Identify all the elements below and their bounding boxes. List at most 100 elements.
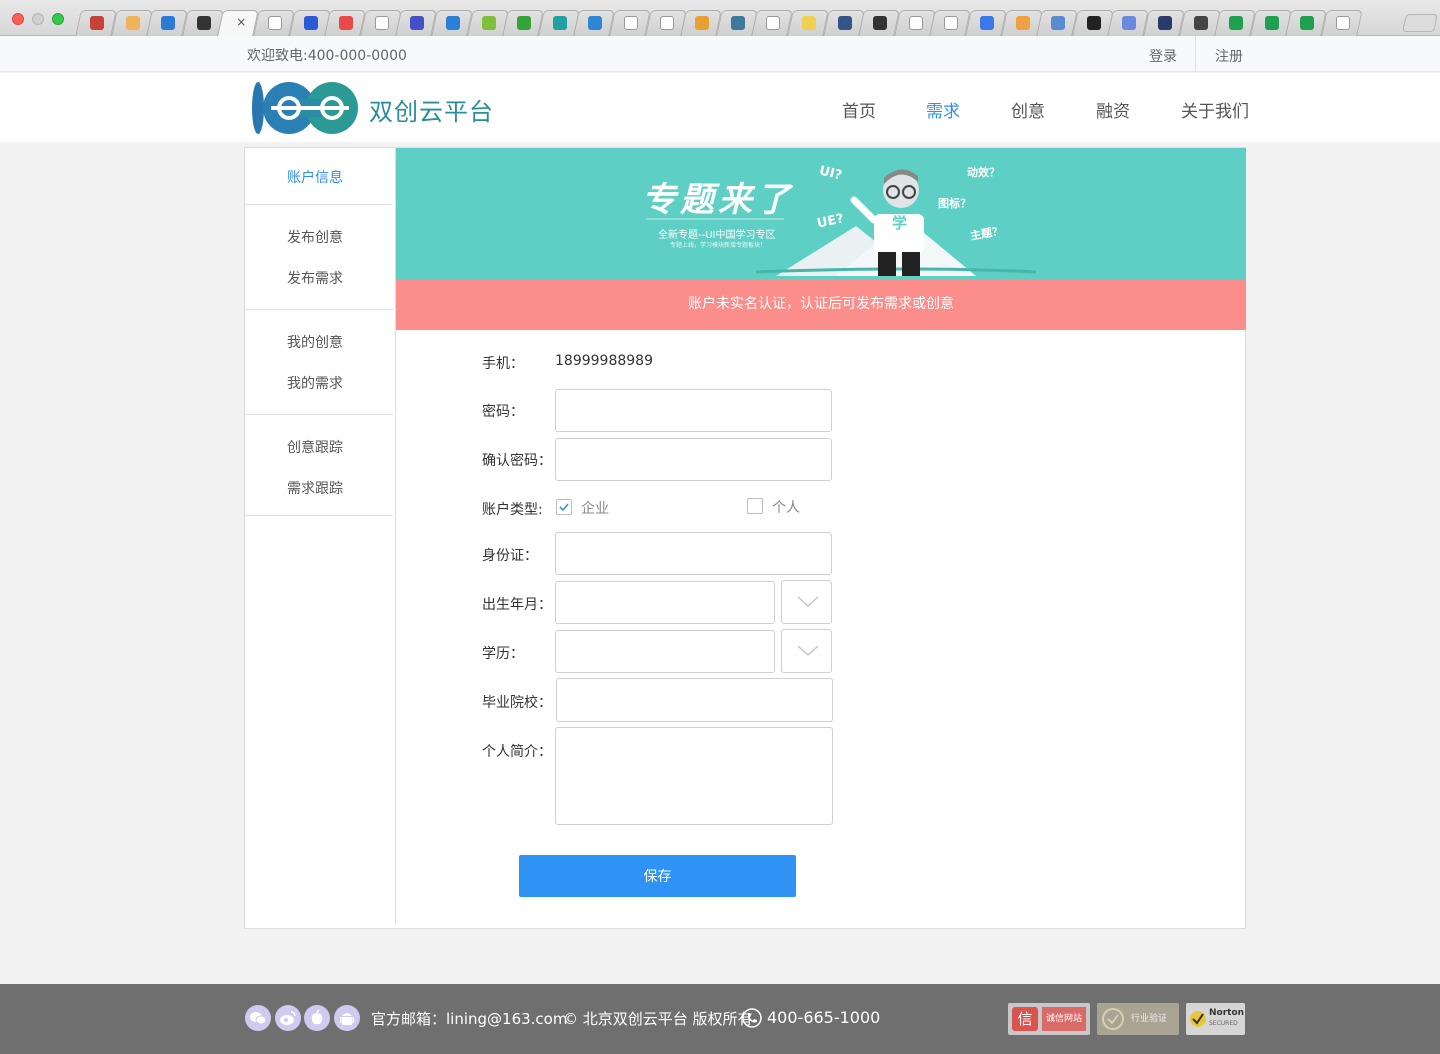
tab-favicon-icon: [125, 16, 140, 30]
education-label: 学历：: [482, 646, 524, 662]
credit-site-badge[interactable]: 信 诚信网站: [1008, 1003, 1090, 1035]
top-bar: 欢迎致电:400-000-0000 登录 注册: [0, 36, 1440, 72]
topic-banner[interactable]: 专题来了 全新专题--UI中国学习专区 专题上线，学习模块新增专题板块！ UI?…: [396, 148, 1246, 279]
personal-checkbox[interactable]: [747, 498, 763, 514]
chevron-down-icon: [797, 596, 819, 607]
browser-tab[interactable]: [1143, 10, 1185, 36]
verify-badge-label: 行业验证: [1131, 1014, 1168, 1024]
sidebar-item-demand-tracking[interactable]: 需求跟踪: [245, 478, 385, 498]
phone-label: 手机：: [482, 356, 524, 372]
tab-favicon-icon: [1015, 16, 1030, 30]
nav-demand[interactable]: 需求: [926, 97, 960, 122]
browser-tab[interactable]: [1321, 10, 1363, 36]
tab-favicon-icon: [908, 16, 923, 30]
brand-name: 双创云平台: [369, 98, 494, 126]
close-tab-icon[interactable]: ×: [237, 15, 247, 29]
account-panel: 账户信息 发布创意 发布需求 我的创意 我的需求 创意跟踪 需求跟踪 专题来了 …: [244, 147, 1246, 929]
tab-favicon-icon: [1051, 16, 1066, 30]
phone-icon: [742, 1008, 762, 1028]
logo[interactable]: [246, 80, 360, 136]
browser-tab[interactable]: [1214, 10, 1256, 36]
id-card-field[interactable]: [555, 532, 832, 575]
browser-tab[interactable]: [965, 10, 1007, 36]
divider: [1195, 36, 1196, 72]
account-type-label: 账户类型:: [482, 502, 543, 518]
wechat-icon[interactable]: [245, 1005, 271, 1031]
nav-home[interactable]: 首页: [842, 97, 876, 122]
password-field[interactable]: [555, 389, 832, 432]
confirm-password-field[interactable]: [555, 438, 832, 481]
norton-sub-label: SECURED: [1209, 1020, 1238, 1027]
browser-tab[interactable]: [431, 10, 473, 36]
tab-favicon-icon: [837, 16, 852, 30]
weibo-icon[interactable]: [275, 1005, 301, 1031]
tab-favicon-icon: [980, 16, 994, 30]
browser-tab[interactable]: [787, 10, 829, 36]
divider: [245, 414, 393, 415]
nav-about[interactable]: 关于我们: [1181, 97, 1249, 122]
sidebar-item-account-info[interactable]: 账户信息: [245, 167, 385, 187]
save-button[interactable]: 保存: [519, 855, 796, 897]
education-field[interactable]: [555, 630, 775, 673]
browser-tab[interactable]: [502, 10, 544, 36]
browser-tab[interactable]: [858, 10, 900, 36]
tab-favicon-icon: [517, 16, 532, 30]
android-icon[interactable]: [334, 1005, 360, 1031]
maximize-window-button[interactable]: [52, 13, 64, 25]
nav-idea[interactable]: 创意: [1011, 97, 1045, 122]
tab-favicon-icon: [873, 16, 888, 30]
personal-label[interactable]: 个人: [772, 497, 800, 517]
chevron-down-icon: [797, 645, 819, 656]
minimize-window-button[interactable]: [32, 13, 44, 25]
tab-favicon-icon: [766, 16, 781, 30]
tab-favicon-icon: [1086, 16, 1101, 30]
banner-figure-label: 学: [892, 214, 908, 232]
tab-favicon-icon: [944, 16, 959, 30]
education-dropdown[interactable]: [781, 629, 832, 673]
school-label: 毕业院校：: [482, 695, 552, 711]
birth-date-label: 出生年月：: [482, 597, 552, 613]
new-tab-button[interactable]: [1402, 14, 1438, 32]
sidebar-item-publish-idea[interactable]: 发布创意: [245, 227, 385, 247]
login-link[interactable]: 登录: [1149, 46, 1177, 66]
credit-icon: 信: [1012, 1007, 1038, 1031]
birth-date-field[interactable]: [555, 581, 775, 624]
verify-seal-icon: [1102, 1008, 1124, 1030]
enterprise-checkbox[interactable]: [556, 499, 572, 515]
tab-favicon-icon: [1264, 16, 1279, 30]
id-card-label: 身份证：: [482, 548, 538, 564]
birth-date-dropdown[interactable]: [781, 580, 832, 624]
browser-chrome: ×: [0, 0, 1440, 36]
sidebar-item-my-ideas[interactable]: 我的创意: [245, 332, 385, 352]
apple-icon[interactable]: [304, 1005, 330, 1031]
register-link[interactable]: 注册: [1215, 46, 1243, 66]
tab-favicon-icon: [90, 16, 104, 30]
credit-badge-label: 诚信网站: [1042, 1007, 1086, 1031]
norton-check-icon: [1190, 1011, 1206, 1027]
tab-favicon-icon: [1300, 16, 1315, 30]
industry-verify-badge[interactable]: 行业验证: [1097, 1003, 1179, 1035]
norton-badge[interactable]: Norton SECURED: [1186, 1003, 1245, 1035]
browser-tab[interactable]: [146, 10, 188, 36]
browser-tab[interactable]: [75, 10, 117, 36]
site-footer: 官方邮箱：lining@163.com © 北京双创云平台 版权所有 400-6…: [0, 984, 1440, 1054]
footer-copyright: © 北京双创云平台 版权所有: [563, 1010, 753, 1028]
welcome-phone-text: 欢迎致电:400-000-0000: [247, 48, 407, 64]
browser-tab[interactable]: [324, 10, 366, 36]
browser-tab[interactable]: [1036, 10, 1078, 36]
divider: [245, 204, 393, 205]
nav-financing[interactable]: 融资: [1096, 97, 1130, 122]
sidebar-item-idea-tracking[interactable]: 创意跟踪: [245, 437, 385, 457]
enterprise-label[interactable]: 企业: [581, 498, 609, 518]
bio-label: 个人简介：: [482, 744, 552, 760]
browser-tab[interactable]: [609, 10, 651, 36]
bio-field[interactable]: [555, 727, 833, 825]
school-field[interactable]: [556, 678, 833, 722]
sidebar-item-publish-demand[interactable]: 发布需求: [245, 268, 385, 288]
close-window-button[interactable]: [12, 13, 24, 25]
tab-favicon-icon: [1193, 16, 1208, 30]
sidebar-item-my-demands[interactable]: 我的需求: [245, 373, 385, 393]
browser-tab[interactable]: [680, 10, 722, 36]
footer-phone: 400-665-1000: [767, 1008, 881, 1027]
browser-tab[interactable]: [253, 10, 295, 36]
